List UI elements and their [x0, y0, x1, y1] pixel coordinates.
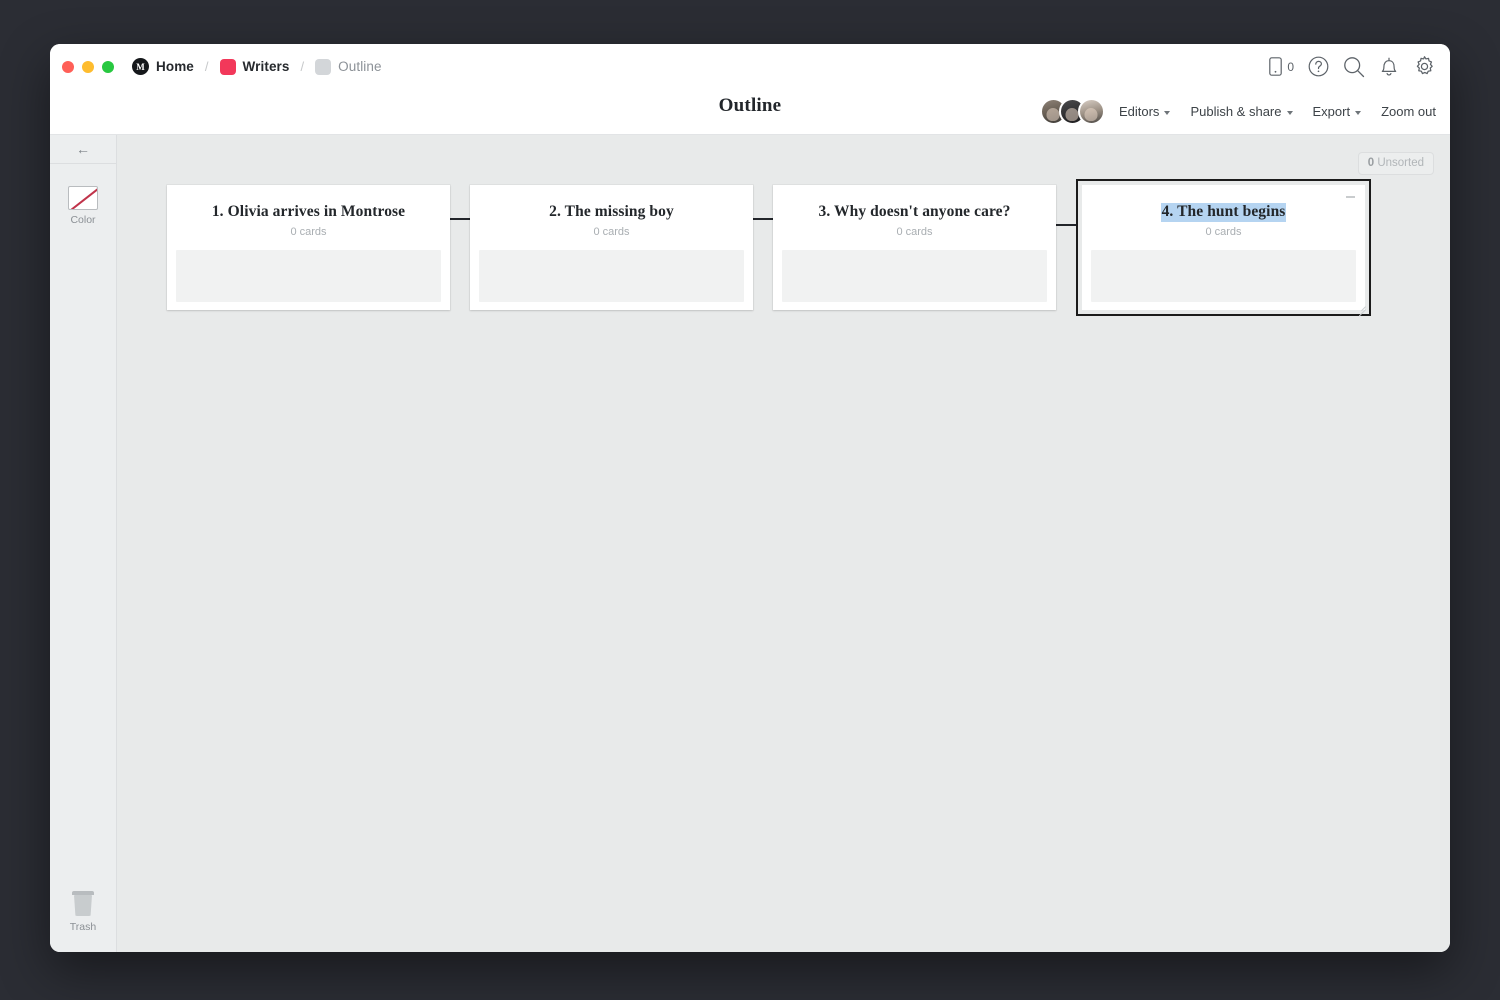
chevron-down-icon — [1164, 110, 1171, 115]
home-logo-icon: M — [132, 58, 149, 75]
breadcrumb-label-outline: Outline — [338, 59, 382, 74]
card-drop-area[interactable] — [176, 250, 441, 302]
breadcrumb: M Home / Writers / Outline — [132, 58, 382, 75]
title-bar-actions: 0 — [1269, 44, 1436, 89]
zoom-out-label: Zoom out — [1381, 104, 1436, 119]
editor-avatars[interactable] — [1039, 98, 1105, 125]
card-wrapper: 2. The missing boy 0 cards — [470, 185, 753, 310]
chevron-down-icon — [1355, 110, 1362, 115]
trash-icon[interactable] — [71, 891, 95, 917]
mobile-icon — [1269, 57, 1283, 76]
publish-share-menu-label: Publish & share — [1190, 104, 1282, 119]
left-sidebar: ← Color Trash — [50, 135, 117, 952]
card-count: 0 cards — [290, 225, 327, 238]
help-icon[interactable] — [1308, 56, 1329, 77]
card-title[interactable]: 3. Why doesn't anyone care? — [818, 203, 1010, 222]
card-connector — [1056, 224, 1076, 226]
minimize-window-button[interactable] — [82, 60, 94, 73]
gear-icon[interactable] — [1413, 55, 1436, 78]
screen-root: M Home / Writers / Outline 0 Outline Edi… — [0, 0, 1500, 1000]
back-arrow-icon[interactable]: ← — [76, 142, 90, 156]
editors-menu[interactable]: Editors — [1118, 104, 1171, 119]
maximize-window-button[interactable] — [102, 60, 114, 73]
card-title[interactable]: 4. The hunt begins — [1160, 203, 1287, 222]
card-connector — [450, 218, 470, 220]
breadcrumb-item-home[interactable]: M Home — [132, 58, 194, 75]
sidebar-item-trash[interactable]: Trash — [50, 891, 116, 933]
outline-card[interactable]: 2. The missing boy 0 cards — [470, 185, 753, 310]
minimize-icon[interactable] — [1346, 196, 1355, 198]
outline-card[interactable]: 3. Why doesn't anyone care? 0 cards — [773, 185, 1056, 310]
card-count: 0 cards — [1205, 225, 1242, 238]
close-window-button[interactable] — [62, 60, 74, 73]
breadcrumb-item-outline[interactable]: Outline — [315, 58, 382, 75]
card-title[interactable]: 1. Olivia arrives in Montrose — [212, 203, 405, 222]
app-window: M Home / Writers / Outline 0 Outline Edi… — [50, 44, 1450, 952]
avatar[interactable] — [1077, 98, 1105, 125]
bell-icon[interactable] — [1379, 56, 1399, 77]
card-wrapper: 3. Why doesn't anyone care? 0 cards — [773, 185, 1056, 310]
outline-card-row: 1. Olivia arrives in Montrose 0 cards 2.… — [167, 179, 1371, 317]
card-count: 0 cards — [593, 225, 630, 238]
document-actions: Editors Publish & share Export Zoom out — [1039, 89, 1436, 134]
outline-card[interactable]: 1. Olivia arrives in Montrose 0 cards — [167, 185, 450, 310]
breadcrumb-item-writers[interactable]: Writers — [219, 58, 290, 75]
export-menu[interactable]: Export — [1313, 104, 1362, 119]
selected-card-frame[interactable]: 4. The hunt begins 0 cards — [1076, 179, 1371, 317]
mobile-icon-group[interactable]: 0 — [1269, 57, 1294, 76]
card-drop-area[interactable] — [479, 250, 744, 302]
title-bar: M Home / Writers / Outline 0 — [50, 44, 1450, 89]
card-drop-area[interactable] — [1091, 250, 1356, 302]
gray-swatch-icon — [315, 58, 332, 75]
window-controls[interactable] — [62, 60, 114, 73]
card-drop-area[interactable] — [782, 250, 1047, 302]
unsorted-label: Unsorted — [1374, 157, 1424, 169]
publish-share-menu[interactable]: Publish & share — [1190, 104, 1293, 119]
search-icon[interactable] — [1343, 56, 1365, 78]
card-wrapper: 1. Olivia arrives in Montrose 0 cards — [167, 185, 450, 310]
resize-handle-icon[interactable] — [1356, 301, 1366, 317]
card-wrapper-selected: 4. The hunt begins 0 cards — [1076, 179, 1371, 317]
no-color-swatch-icon[interactable] — [68, 186, 98, 210]
unsorted-badge[interactable]: 0 Unsorted — [1357, 152, 1434, 175]
breadcrumb-label-writers: Writers — [242, 59, 290, 74]
sidebar-item-color[interactable]: Color — [50, 186, 116, 226]
card-connector — [753, 218, 773, 220]
chevron-down-icon — [1286, 110, 1293, 115]
outline-canvas[interactable]: 0 Unsorted 1. Olivia arrives in Montrose… — [117, 135, 1450, 952]
breadcrumb-separator: / — [204, 59, 209, 74]
sidebar-header[interactable]: ← — [50, 135, 116, 164]
breadcrumb-separator: / — [300, 59, 305, 74]
outline-card-selected[interactable]: 4. The hunt begins 0 cards — [1082, 185, 1365, 310]
zoom-out-button[interactable]: Zoom out — [1381, 104, 1436, 119]
trash-tool-label: Trash — [69, 921, 97, 933]
color-tool-label: Color — [70, 214, 96, 226]
card-count: 0 cards — [896, 225, 933, 238]
editors-menu-label: Editors — [1118, 104, 1160, 119]
export-menu-label: Export — [1312, 104, 1351, 119]
card-title[interactable]: 2. The missing boy — [549, 203, 674, 222]
red-swatch-icon — [219, 58, 236, 75]
breadcrumb-label-home: Home — [156, 59, 194, 74]
body-area: ← Color Trash 0 Unsorted 1. Olivia arriv… — [50, 135, 1450, 952]
mobile-count-label: 0 — [1287, 59, 1294, 74]
document-header: Outline Editors Publish & share Export Z… — [50, 89, 1450, 135]
